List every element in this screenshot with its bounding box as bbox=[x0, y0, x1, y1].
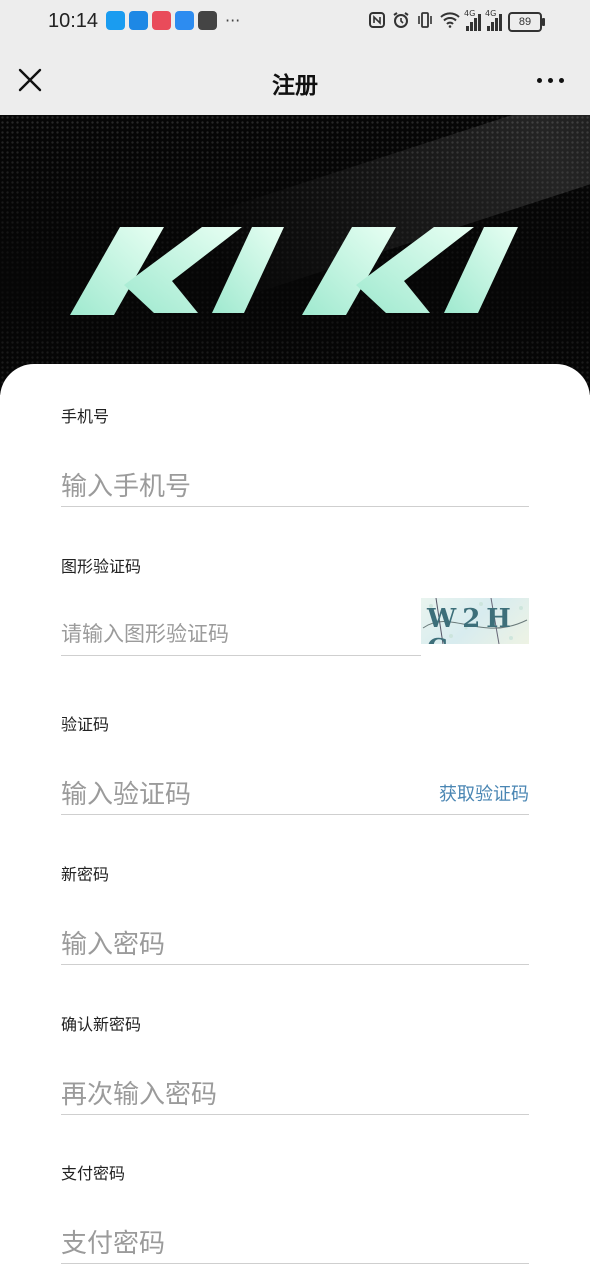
phone-input[interactable] bbox=[61, 472, 529, 502]
system-icons: 4G 4G 89 bbox=[368, 9, 545, 33]
pay-password-label: 支付密码 bbox=[61, 1164, 126, 1183]
captcha-input[interactable] bbox=[61, 622, 411, 646]
red-app-icon bbox=[152, 11, 171, 30]
mail-app-icon bbox=[198, 11, 217, 30]
phone-field: 手机号 bbox=[61, 406, 529, 507]
phone-input-row bbox=[61, 464, 529, 507]
signal-1-icon: 4G bbox=[464, 9, 481, 31]
phone-label: 手机号 bbox=[61, 407, 110, 426]
status-time: 10:14 bbox=[48, 10, 99, 32]
sms-code-input-row: 获取验证码 bbox=[61, 772, 529, 815]
nfc-icon bbox=[368, 11, 386, 33]
confirm-password-input-row bbox=[61, 1072, 529, 1115]
page-title: 注册 bbox=[272, 73, 318, 99]
confirm-password-label: 确认新密码 bbox=[61, 1015, 142, 1034]
captcha-label: 图形验证码 bbox=[61, 557, 142, 576]
status-bar: 10:14 ··· 4G 4G 89 bbox=[0, 0, 590, 44]
qq-app-icon bbox=[106, 11, 125, 30]
notification-icons: ··· bbox=[106, 11, 240, 30]
new-password-field: 新密码 bbox=[61, 864, 529, 965]
more-notifications-icon: ··· bbox=[225, 11, 241, 30]
hero-banner bbox=[0, 115, 590, 395]
get-code-button[interactable]: 获取验证码 bbox=[439, 780, 529, 806]
pay-password-field: 支付密码 bbox=[61, 1163, 529, 1264]
signal-2-icon: 4G bbox=[485, 9, 502, 31]
captcha-image[interactable]: W2H C bbox=[421, 598, 529, 644]
sms-code-label: 验证码 bbox=[61, 715, 110, 734]
captcha-text: W2H C bbox=[427, 604, 517, 644]
map-app-icon bbox=[175, 11, 194, 30]
kiki-logo bbox=[70, 227, 518, 315]
captcha-input-row: W2H C bbox=[61, 598, 529, 656]
confirm-password-field: 确认新密码 bbox=[61, 1014, 529, 1115]
new-password-input-row bbox=[61, 922, 529, 965]
new-password-label: 新密码 bbox=[61, 865, 110, 884]
confirm-password-input[interactable] bbox=[61, 1080, 529, 1110]
pay-password-input[interactable] bbox=[61, 1229, 529, 1259]
register-form: 手机号 图形验证码 W2H C 验证码 bbox=[0, 364, 590, 1278]
wifi-icon bbox=[440, 12, 460, 32]
pay-password-input-row bbox=[61, 1221, 529, 1264]
sms-code-field: 验证码 获取验证码 bbox=[61, 714, 529, 815]
sms-code-input[interactable] bbox=[61, 780, 421, 810]
vibrate-icon bbox=[416, 11, 434, 33]
nav-bar: 注册 bbox=[0, 44, 590, 115]
more-menu-icon[interactable] bbox=[537, 78, 564, 83]
captcha-field: 图形验证码 W2H C bbox=[61, 556, 529, 656]
new-password-input[interactable] bbox=[61, 930, 529, 960]
alarm-icon bbox=[392, 11, 410, 33]
battery-icon: 89 bbox=[508, 12, 545, 32]
bulb-app-icon bbox=[129, 11, 148, 30]
captcha-underline bbox=[61, 655, 421, 656]
